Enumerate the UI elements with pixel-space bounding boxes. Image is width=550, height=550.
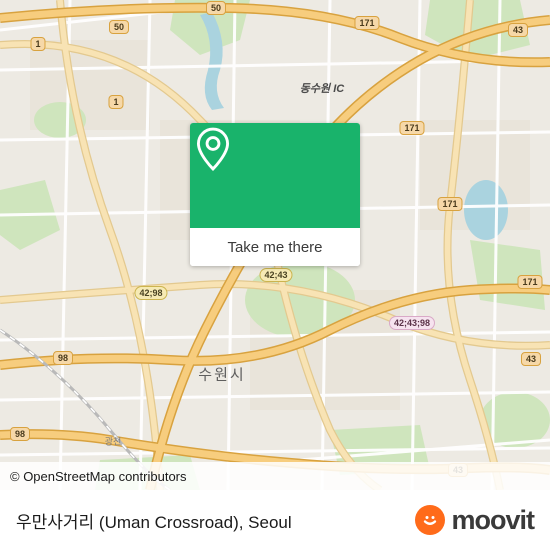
map-label-1: 동수원 IC bbox=[299, 83, 345, 95]
map-screen: 수원시 동수원 IC 광천 50 50 171 1 43 1 171 171 4… bbox=[0, 0, 550, 550]
map-label-0: 수원시 bbox=[198, 366, 246, 384]
map-label-2: 광천 bbox=[104, 436, 122, 447]
route-shield-13[interactable]: 43 bbox=[520, 352, 542, 366]
route-shield-14[interactable]: 98 bbox=[9, 427, 31, 441]
route-shield-0[interactable]: 50 bbox=[205, 1, 227, 15]
location-callout[interactable]: Take me there bbox=[190, 123, 360, 266]
map-attribution: © OpenStreetMap contributors bbox=[0, 462, 550, 490]
moovit-logo[interactable]: moovit bbox=[415, 504, 535, 536]
route-shield-10[interactable]: 171 bbox=[517, 275, 543, 289]
route-shield-5[interactable]: 1 bbox=[108, 95, 124, 109]
route-shield-2[interactable]: 171 bbox=[354, 16, 380, 30]
smile-glyph bbox=[424, 516, 437, 525]
route-shield-8[interactable]: 42;43 bbox=[259, 268, 293, 282]
take-me-there-button[interactable]: Take me there bbox=[190, 228, 360, 266]
route-shield-4[interactable]: 43 bbox=[507, 23, 529, 37]
route-shield-12[interactable]: 98 bbox=[52, 351, 74, 365]
moovit-smile-icon bbox=[415, 505, 446, 535]
route-shield-9[interactable]: 42;98 bbox=[134, 286, 168, 300]
route-shield-1[interactable]: 50 bbox=[108, 20, 130, 34]
moovit-wordmark: moovit bbox=[451, 504, 535, 535]
route-shield-7[interactable]: 171 bbox=[437, 197, 463, 211]
bottom-bar: 우만사거리 (Uman Crossroad), Seoul moovit bbox=[0, 490, 550, 550]
route-shield-3[interactable]: 1 bbox=[30, 37, 46, 51]
route-shield-11[interactable]: 42;43;98 bbox=[388, 316, 436, 330]
location-pin-icon bbox=[196, 127, 230, 171]
page-title: 우만사거리 (Uman Crossroad), Seoul bbox=[16, 512, 292, 532]
map-canvas[interactable]: 수원시 동수원 IC 광천 50 50 171 1 43 1 171 171 4… bbox=[0, 0, 550, 490]
route-shield-6[interactable]: 171 bbox=[399, 121, 425, 135]
callout-pin-area bbox=[190, 123, 360, 228]
